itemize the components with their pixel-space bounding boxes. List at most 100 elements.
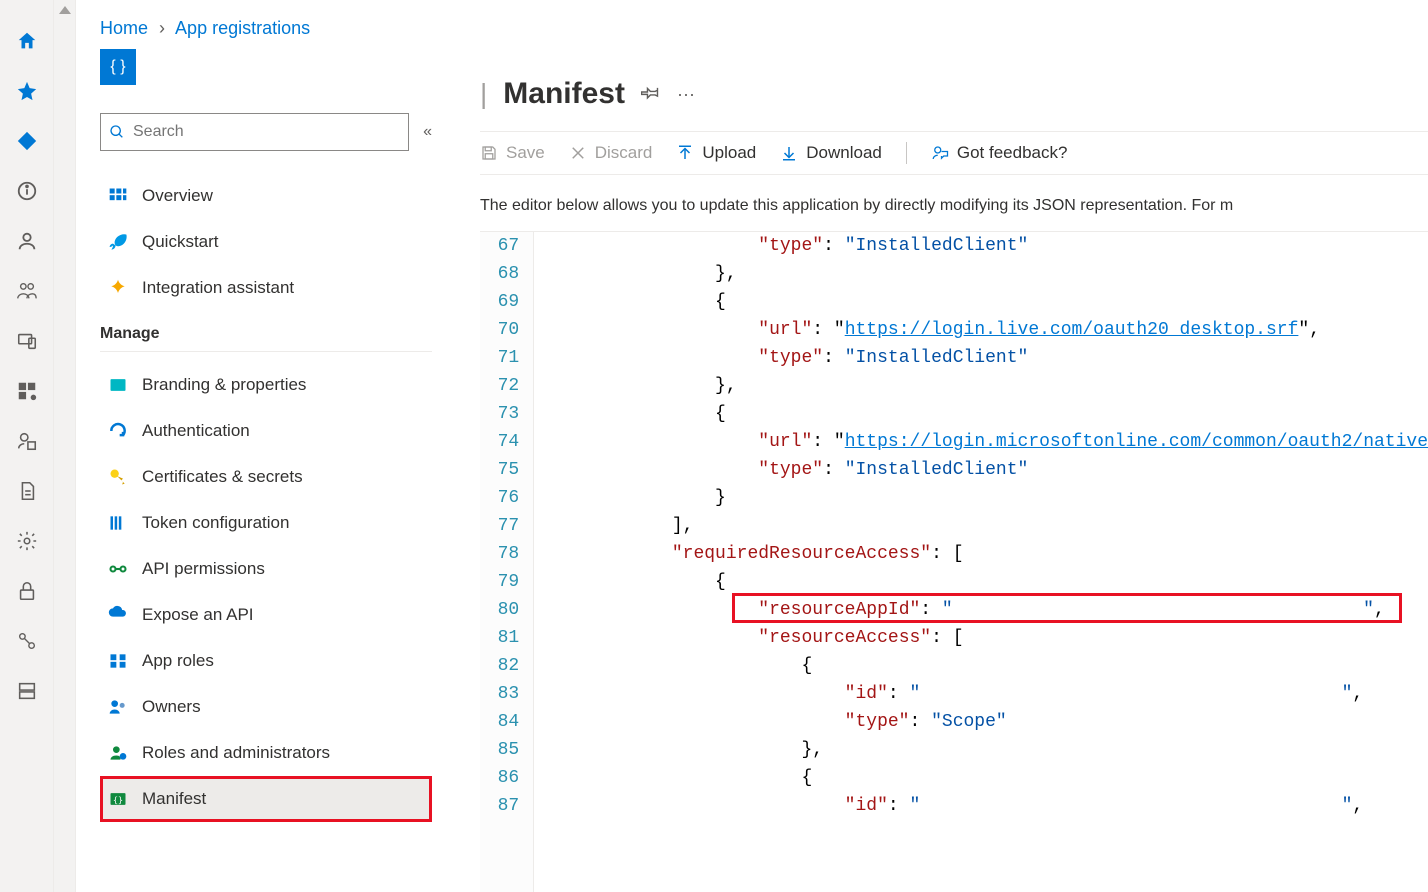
sidebar-item-overview[interactable]: Overview: [100, 173, 432, 219]
breadcrumb-app-registrations[interactable]: App registrations: [175, 18, 310, 38]
devices-icon[interactable]: [16, 330, 38, 352]
person-icon[interactable]: [16, 230, 38, 252]
upload-label: Upload: [702, 143, 756, 163]
code-line[interactable]: "id": " ",: [542, 680, 1428, 708]
sidebar-item-api-permissions[interactable]: API permissions: [100, 546, 432, 592]
upload-button[interactable]: Upload: [676, 143, 756, 163]
scroll-indicator[interactable]: [54, 0, 76, 892]
save-button[interactable]: Save: [480, 143, 545, 163]
page-title: Manifest: [503, 77, 625, 111]
sidebar-item-label: Owners: [142, 697, 201, 717]
code-line[interactable]: "type": "InstalledClient": [542, 456, 1428, 484]
apps-icon[interactable]: [16, 380, 38, 402]
sidebar-item-manifest[interactable]: {} Manifest: [100, 776, 432, 822]
save-label: Save: [506, 143, 545, 163]
manage-section-header: Manage: [100, 311, 432, 352]
search-icon: [109, 124, 125, 140]
sidebar-item-token-configuration[interactable]: Token configuration: [100, 500, 432, 546]
token-configuration-icon: [108, 513, 128, 533]
pin-icon[interactable]: [641, 82, 661, 107]
collapse-sidebar-button[interactable]: «: [423, 123, 432, 141]
code-line[interactable]: "id": " ",: [542, 792, 1428, 820]
sidebar-item-label: Roles and administrators: [142, 743, 330, 763]
code-line[interactable]: "type": "Scope": [542, 708, 1428, 736]
sidebar-item-expose-an-api[interactable]: Expose an API: [100, 592, 432, 638]
upload-icon: [676, 144, 694, 162]
code-line[interactable]: {: [542, 288, 1428, 316]
sidebar-item-label: Manifest: [142, 789, 206, 809]
code-line[interactable]: "url": "https://login.live.com/oauth20_d…: [542, 316, 1428, 344]
sidebar-item-label: Quickstart: [142, 232, 219, 252]
roles-and-administrators-icon: [108, 743, 128, 763]
sidebar: { } « Overview Quickstart Integration assi…: [76, 49, 444, 892]
left-icon-rail: [0, 0, 54, 892]
sidebar-item-integration-assistant[interactable]: Integration assistant: [100, 265, 432, 311]
discard-button[interactable]: Discard: [569, 143, 653, 163]
documents-icon[interactable]: [16, 480, 38, 502]
download-label: Download: [806, 143, 882, 163]
star-icon[interactable]: [16, 80, 38, 102]
download-button[interactable]: Download: [780, 143, 882, 163]
code-line[interactable]: {: [542, 568, 1428, 596]
groups-icon[interactable]: [16, 280, 38, 302]
feedback-button[interactable]: Got feedback?: [931, 143, 1068, 163]
main-panel: | Manifest ··· Save Discard Uplo: [444, 49, 1428, 892]
svg-text:{}: {}: [113, 794, 123, 804]
sidebar-item-app-roles[interactable]: App roles: [100, 638, 432, 684]
sidebar-item-owners[interactable]: Owners: [100, 684, 432, 730]
code-line[interactable]: {: [542, 652, 1428, 680]
more-icon[interactable]: ···: [677, 84, 695, 105]
sidebar-item-branding-properties[interactable]: Branding & properties: [100, 362, 432, 408]
roles-icon[interactable]: [16, 430, 38, 452]
feedback-label: Got feedback?: [957, 143, 1068, 163]
integration-assistant-icon: [108, 278, 128, 298]
code-line[interactable]: "resourceAppId": " ",: [542, 596, 1428, 624]
download-icon: [780, 144, 798, 162]
code-line[interactable]: },: [542, 372, 1428, 400]
sidebar-item-label: Integration assistant: [142, 278, 294, 298]
sidebar-item-label: Certificates & secrets: [142, 467, 303, 487]
code-line[interactable]: "type": "InstalledClient": [542, 232, 1428, 260]
code-line[interactable]: }: [542, 484, 1428, 512]
code-line[interactable]: {: [542, 764, 1428, 792]
certificates-secrets-icon: [108, 467, 128, 487]
server-icon[interactable]: [16, 680, 38, 702]
code-line[interactable]: "resourceAccess": [: [542, 624, 1428, 652]
content-area: Home › App registrations { } « Overview Q…: [76, 0, 1428, 892]
search-input[interactable]: [133, 123, 400, 141]
close-icon: [569, 144, 587, 162]
sidebar-item-certificates-secrets[interactable]: Certificates & secrets: [100, 454, 432, 500]
lock-icon[interactable]: [16, 580, 38, 602]
app-roles-icon: [108, 651, 128, 671]
breadcrumb-home[interactable]: Home: [100, 18, 148, 38]
sidebar-item-quickstart[interactable]: Quickstart: [100, 219, 432, 265]
settings-icon[interactable]: [16, 530, 38, 552]
toolbar-separator: [906, 142, 907, 164]
info-icon[interactable]: [16, 180, 38, 202]
code-line[interactable]: ],: [542, 512, 1428, 540]
code-area[interactable]: "type": "InstalledClient" }, { "url": "h…: [534, 232, 1428, 892]
json-editor[interactable]: 6768697071727374757677787980818283848586…: [480, 231, 1428, 892]
diamond-icon[interactable]: [16, 130, 38, 152]
code-line[interactable]: "url": "https://login.microsoftonline.co…: [542, 428, 1428, 456]
expose-an-api-icon: [108, 605, 128, 625]
sidebar-item-label: Expose an API: [142, 605, 254, 625]
sidebar-item-roles-and-administrators[interactable]: Roles and administrators: [100, 730, 432, 776]
code-line[interactable]: "type": "InstalledClient": [542, 344, 1428, 372]
title-row: | Manifest ···: [480, 49, 1428, 131]
save-icon: [480, 144, 498, 162]
discard-label: Discard: [595, 143, 653, 163]
home-icon[interactable]: [16, 30, 38, 52]
code-line[interactable]: },: [542, 736, 1428, 764]
search-box[interactable]: [100, 113, 409, 151]
code-line[interactable]: },: [542, 260, 1428, 288]
chevron-right-icon: ›: [159, 18, 165, 38]
sidebar-item-label: Token configuration: [142, 513, 289, 533]
sidebar-item-label: App roles: [142, 651, 214, 671]
app-icon: { }: [100, 49, 136, 85]
hybrid-icon[interactable]: [16, 630, 38, 652]
code-line[interactable]: "requiredResourceAccess": [: [542, 540, 1428, 568]
sidebar-item-authentication[interactable]: Authentication: [100, 408, 432, 454]
manifest-icon: {}: [108, 789, 128, 809]
code-line[interactable]: {: [542, 400, 1428, 428]
